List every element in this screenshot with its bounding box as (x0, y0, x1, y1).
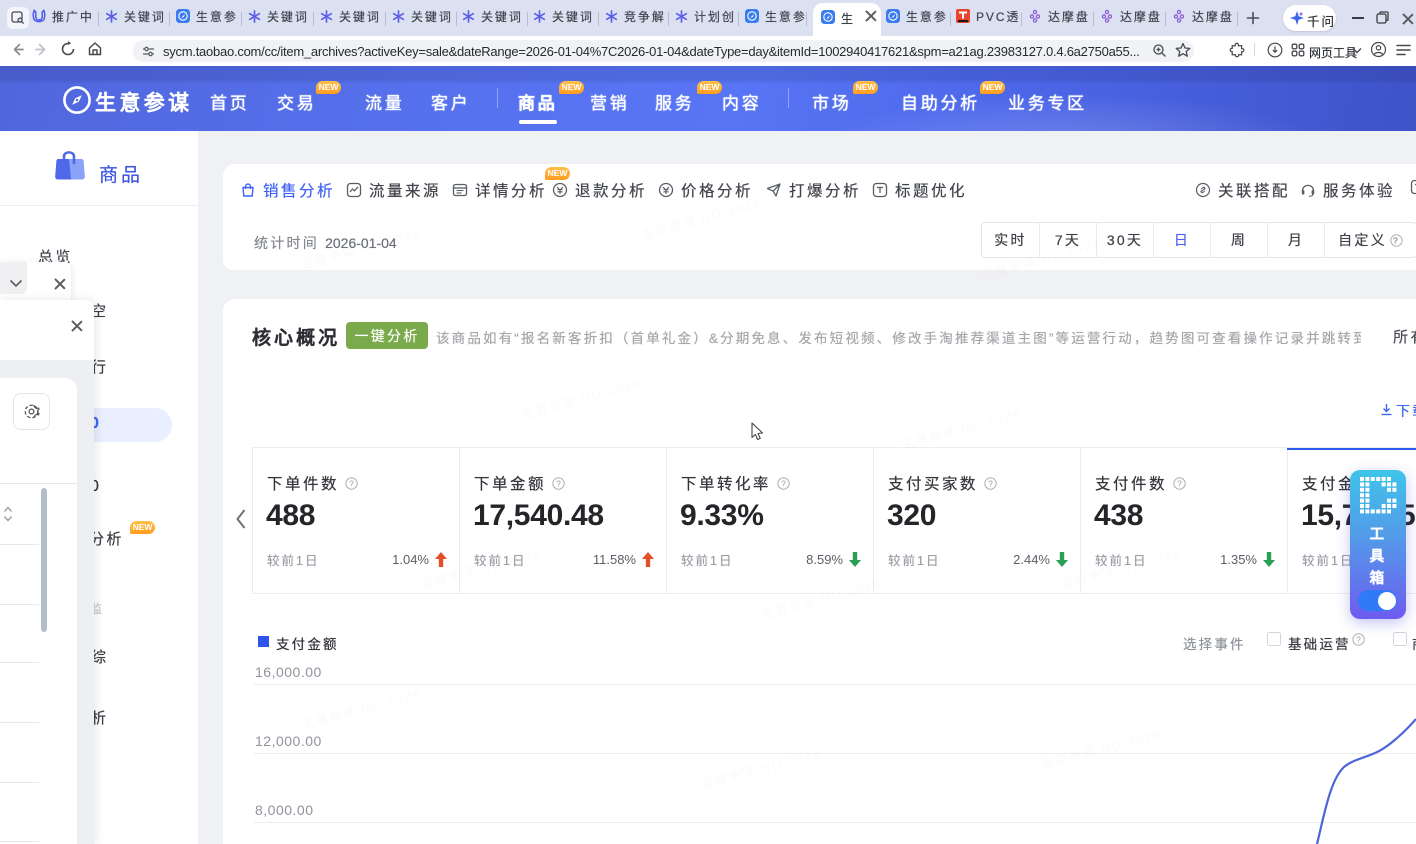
svg-text:?: ? (988, 478, 993, 488)
svg-text:?: ? (1356, 634, 1361, 644)
svg-text:?: ? (349, 478, 354, 488)
svg-text:?: ? (1177, 478, 1182, 488)
svg-text:?: ? (556, 478, 561, 488)
svg-text:?: ? (781, 478, 786, 488)
svg-text:?: ? (1393, 235, 1400, 245)
